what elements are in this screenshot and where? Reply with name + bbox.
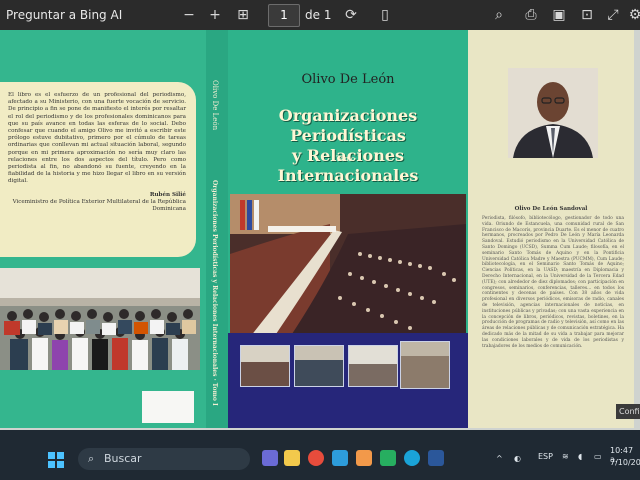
page-total: de 1: [305, 8, 332, 22]
battery-icon[interactable]: ▭: [594, 452, 602, 461]
book-spine: Olivo De León Organizaciones Periodístic…: [206, 30, 228, 428]
pdf-toolbar: Preguntar a Bing AI − + ⊞ 1 de 1 ⟳ ▯ ⌕ ⎙…: [0, 0, 640, 30]
windows-start-icon[interactable]: [48, 452, 64, 468]
thumbnail-photo: [348, 345, 398, 387]
search-icon: ⌕: [88, 452, 95, 465]
spine-author: Olivo De León: [211, 80, 219, 131]
language-indicator[interactable]: ESP: [538, 452, 553, 461]
save-icon[interactable]: ▣: [550, 6, 568, 24]
conference-hall-art: [230, 194, 466, 337]
author-portrait-art: [508, 68, 598, 158]
thumbnail-photo: [294, 345, 344, 387]
vlc-icon[interactable]: [356, 450, 372, 466]
taskbar-search-placeholder: Buscar: [104, 452, 142, 465]
zoom-out-icon[interactable]: −: [180, 6, 198, 24]
clock-date[interactable]: 7/10/20: [610, 458, 640, 467]
group-photo-art: [0, 268, 200, 370]
front-cover: Olivo De León Organizaciones Periodístic…: [228, 30, 468, 428]
ask-bing-ai-button[interactable]: Preguntar a Bing AI: [6, 0, 122, 30]
pdf-document-area[interactable]: El libro es el esfuerzo de un profesiona…: [0, 30, 640, 430]
cover-author: Olivo De León: [301, 72, 395, 87]
word-icon[interactable]: [428, 450, 444, 466]
tray-chevron-icon[interactable]: ^: [496, 454, 503, 463]
fit-page-icon[interactable]: ⊞: [234, 6, 252, 24]
file-explorer-icon[interactable]: [284, 450, 300, 466]
page-number-input[interactable]: 1: [268, 4, 300, 27]
wifi-icon[interactable]: ≋: [562, 452, 569, 461]
conference-hall-photo: [230, 194, 466, 337]
cover-title-line2: y Relaciones Internacionales: [277, 146, 419, 185]
search-icon[interactable]: ⌕: [490, 6, 508, 24]
bio-title: Olivo De León Sandoval: [514, 206, 588, 212]
barcode-box: [142, 391, 194, 423]
author-flap: Olivo De León Sandoval Periodista, filós…: [468, 30, 634, 428]
thumbnail-photo: [400, 341, 450, 389]
monitor-app-icon[interactable]: [332, 450, 348, 466]
thumbnail-photo: [240, 345, 290, 387]
zoom-in-icon[interactable]: +: [206, 6, 224, 24]
settings-icon[interactable]: ⚙: [626, 6, 640, 24]
chrome-icon[interactable]: [308, 450, 324, 466]
two-page-icon[interactable]: ▯: [376, 6, 394, 24]
spine-title: Organizaciones Periodísticas y Relacione…: [211, 180, 218, 406]
page-current: 1: [280, 8, 288, 22]
photos-icon[interactable]: [380, 450, 396, 466]
rotate-icon[interactable]: ⟳: [342, 6, 360, 24]
tray-icon[interactable]: ◐: [514, 454, 521, 463]
edge-icon[interactable]: [404, 450, 420, 466]
back-cover: El libro es el esfuerzo de un profesiona…: [0, 30, 210, 428]
prologue-quote-box: El libro es el esfuerzo de un profesiona…: [0, 82, 196, 257]
settings-tooltip: Confi: [616, 404, 640, 419]
cover-title-line1: Organizaciones Periodísticas: [278, 106, 418, 145]
cover-title: Organizaciones Periodísticas y Relacione…: [228, 106, 468, 186]
volume-icon[interactable]: ◖: [578, 452, 582, 461]
more-icon[interactable]: ⊡: [578, 6, 596, 24]
ask-bing-label: Preguntar a Bing AI: [6, 8, 123, 22]
fullscreen-icon[interactable]: ⤢: [604, 6, 622, 24]
taskbar-search[interactable]: ⌕ Buscar: [78, 448, 250, 470]
print-icon[interactable]: ⎙: [522, 6, 540, 24]
prologue-signature-role: Viceministro de Política Exterior Multil…: [12, 198, 186, 213]
prologue-signature-name: Rubén Silié: [149, 191, 186, 198]
bio-text: Periodista, filósofo, bibliotecólogo, ge…: [482, 216, 624, 349]
book-cover-spread: El libro es el esfuerzo de un profesiona…: [0, 30, 634, 428]
photo-thumbnails-band: [228, 333, 468, 428]
author-portrait: [508, 68, 598, 158]
prologue-text: El libro es el esfuerzo de un profesiona…: [8, 92, 186, 185]
group-photo: [0, 268, 200, 370]
chat-icon[interactable]: [262, 450, 278, 466]
cover-volume: Tomo I: [335, 155, 361, 163]
